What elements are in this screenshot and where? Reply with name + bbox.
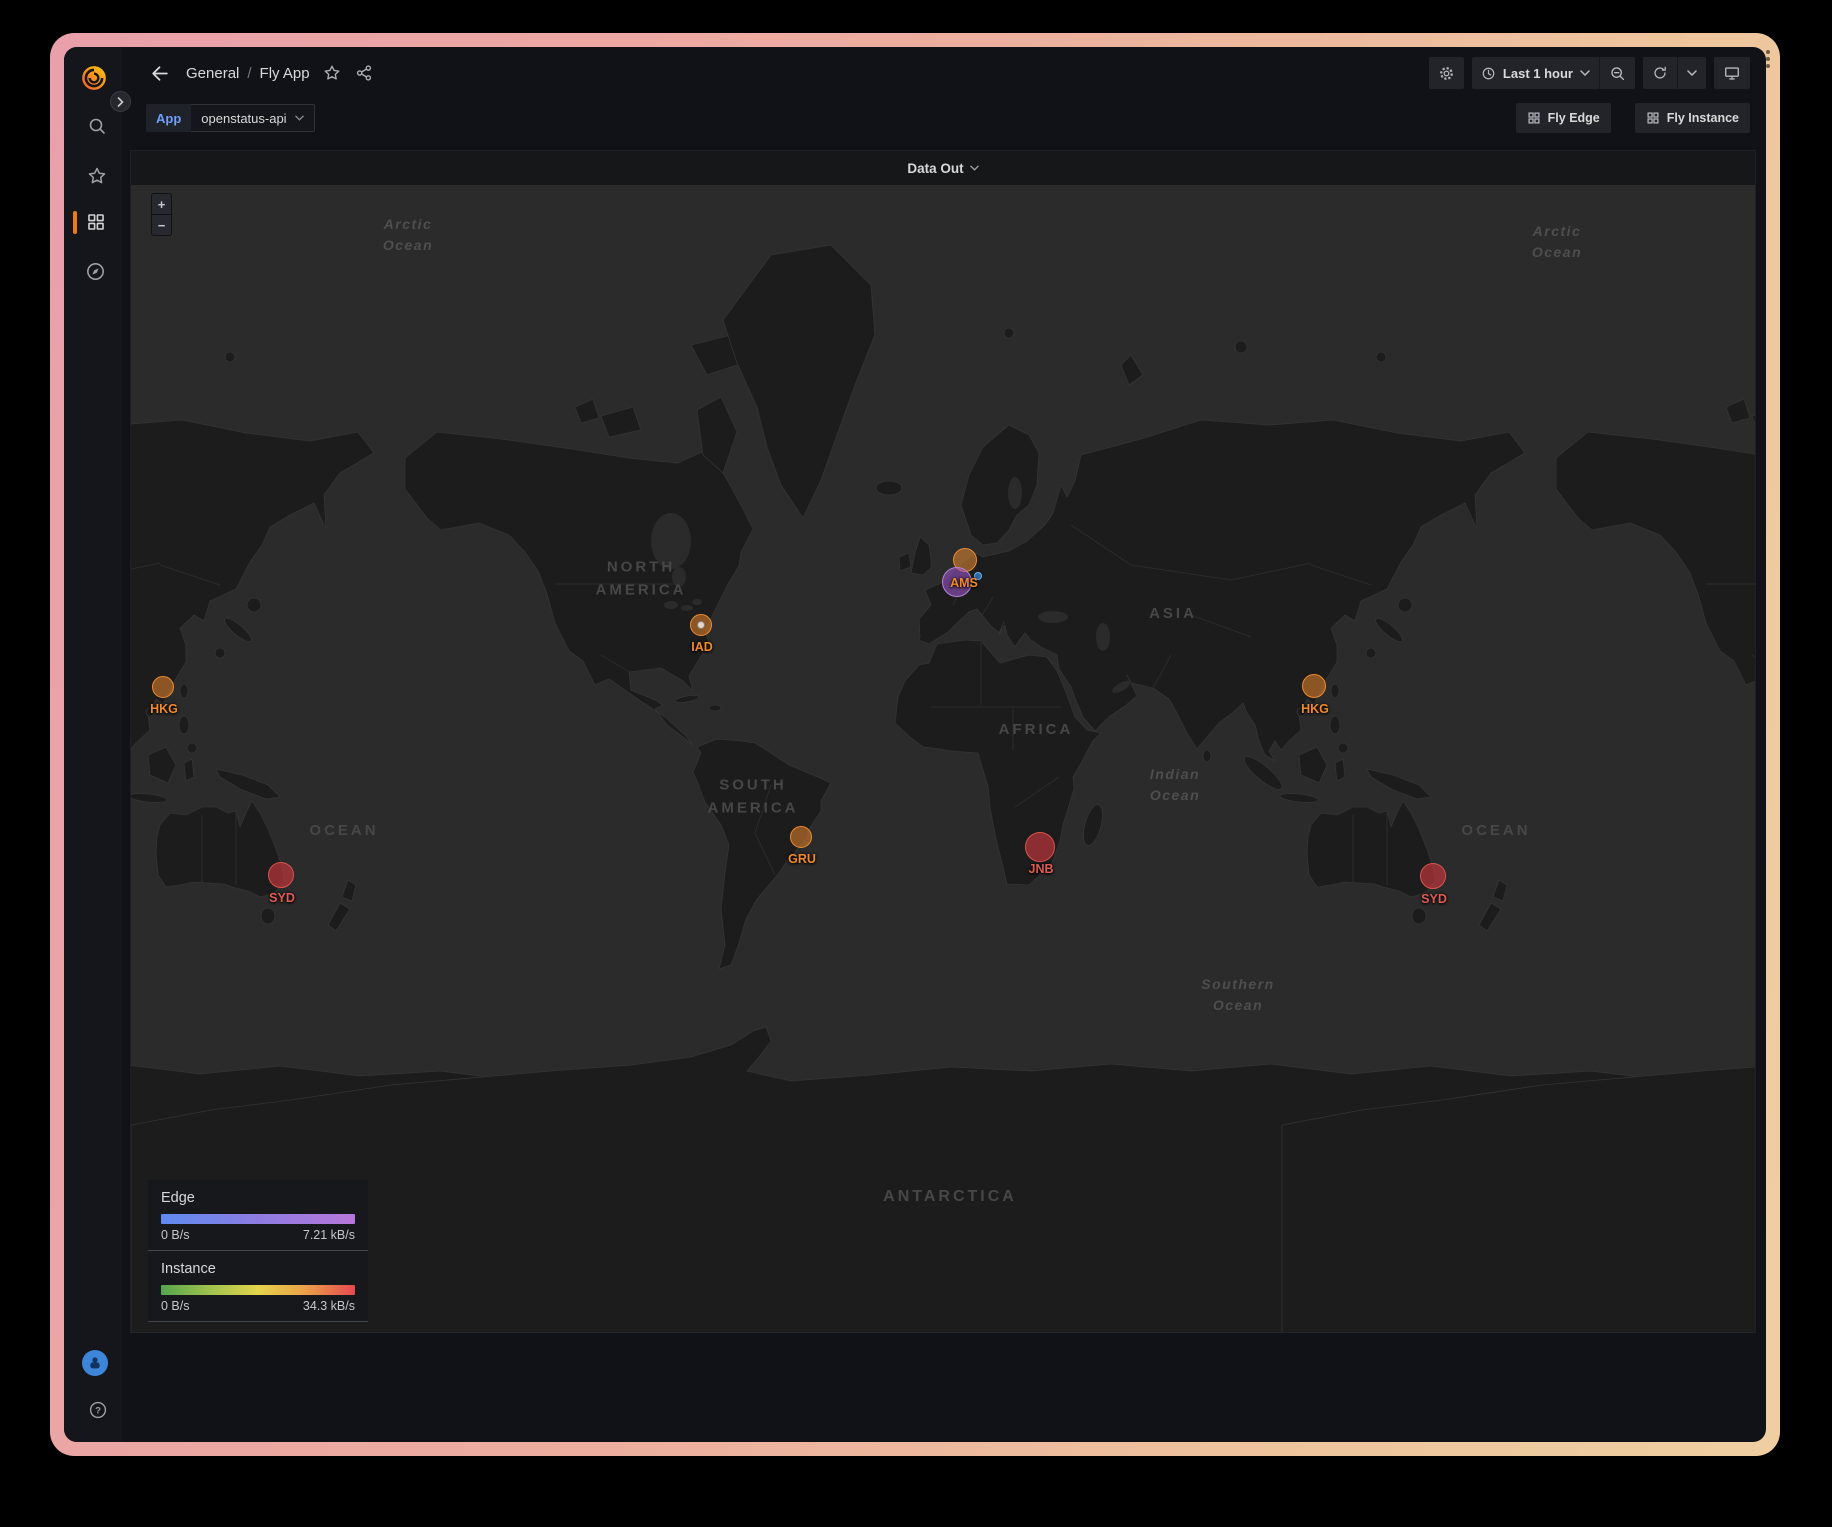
refresh-interval-dropdown[interactable] (1677, 57, 1706, 89)
breadcrumb-page-title[interactable]: Fly App (260, 65, 310, 82)
sub-toolbar: App openstatus-api Fly Edge (122, 99, 1766, 137)
frame-handle-dots (1766, 50, 1771, 68)
refresh-icon (1652, 65, 1668, 81)
map-marker-label: HKG (1301, 702, 1329, 716)
map-marker-label: HKG (150, 702, 178, 716)
caret-down-icon (295, 115, 304, 121)
map-marker-label: GRU (788, 852, 816, 866)
map-region-label: OCEAN (309, 820, 378, 843)
active-section-indicator (73, 211, 77, 234)
variable-label: App (146, 104, 191, 132)
map-marker-label: SYD (269, 891, 295, 905)
dashboard-settings-button[interactable] (1429, 57, 1464, 89)
tv-mode-button[interactable] (1714, 57, 1750, 89)
tv-mode-icon (1723, 64, 1741, 82)
breadcrumb-section[interactable]: General (186, 65, 239, 82)
map-marker-iad[interactable] (690, 614, 712, 636)
legend-title: Edge (161, 1190, 355, 1206)
fly-edge-link-button[interactable]: Fly Edge (1516, 103, 1611, 133)
library-panel-icon (1527, 111, 1541, 125)
legend-gradient-bar (161, 1285, 355, 1295)
map-marker-hkg[interactable] (152, 676, 174, 698)
time-range-picker[interactable]: Last 1 hour (1472, 57, 1599, 89)
refresh-group (1643, 57, 1706, 89)
panel-title: Data Out (907, 161, 963, 176)
map-region-label: OCEAN (1461, 820, 1530, 843)
legend-min: 0 B/s (161, 1299, 190, 1313)
legend-title: Instance (161, 1261, 355, 1277)
legend-max: 34.3 kB/s (303, 1299, 355, 1313)
map-marker-syd[interactable] (1420, 863, 1446, 889)
map-region-label: ASIA (1149, 603, 1197, 626)
world-map[interactable]: Arctic Ocean Arctic Ocean NORTH AMERICA ASI… (131, 185, 1755, 1333)
map-region-label: Arctic Ocean (1532, 221, 1582, 263)
legend-max: 7.21 kB/s (303, 1228, 355, 1242)
zoom-in-button[interactable]: + (152, 194, 171, 214)
share-icon[interactable] (354, 63, 374, 83)
map-marker-syd[interactable] (268, 862, 294, 888)
breadcrumb: General / Fly App (186, 65, 310, 82)
fly-instance-label: Fly Instance (1667, 111, 1739, 125)
legend-section-instance: Instance 0 B/s 34.3 kB/s (148, 1250, 368, 1321)
explore-icon[interactable] (83, 259, 107, 283)
legend-gradient-bar (161, 1214, 355, 1224)
zoom-out-button[interactable]: − (152, 215, 171, 235)
map-marker-jnb[interactable] (1025, 832, 1055, 862)
panel-header[interactable]: Data Out (131, 151, 1755, 185)
search-icon[interactable] (85, 114, 109, 138)
caret-down-icon (970, 165, 979, 171)
caret-down-icon (1687, 70, 1697, 76)
map-legend: Edge 0 B/s 7.21 kB/s Instance 0 B/s 34.3… (148, 1180, 368, 1322)
map-region-label: Southern Ocean (1201, 974, 1274, 1016)
dashboards-icon[interactable] (84, 210, 108, 234)
sidebar-expand-icon[interactable] (110, 91, 131, 112)
map-overlay: Arctic Ocean Arctic Ocean NORTH AMERICA ASI… (131, 185, 1755, 1333)
refresh-button[interactable] (1643, 57, 1677, 89)
map-marker-label: SYD (1421, 892, 1447, 906)
map-marker-hkg[interactable] (1302, 674, 1326, 698)
grafana-logo-icon[interactable] (80, 64, 108, 92)
map-zoom-control: + − (151, 193, 172, 236)
map-region-label: Indian Ocean (1150, 764, 1200, 806)
legend-min: 0 B/s (161, 1228, 190, 1242)
map-marker-label: IAD (691, 640, 713, 654)
map-marker-gru[interactable] (790, 826, 812, 848)
fly-edge-label: Fly Edge (1548, 111, 1600, 125)
sidebar: ? (64, 47, 122, 1442)
library-panel-icon (1646, 111, 1660, 125)
help-icon[interactable]: ? (86, 1398, 110, 1422)
app-variable-value: openstatus-api (201, 111, 286, 126)
clock-icon (1481, 66, 1496, 81)
time-range-group: Last 1 hour (1472, 57, 1635, 89)
legend-section-edge: Edge 0 B/s 7.21 kB/s (148, 1180, 368, 1250)
settings-gear-icon (1438, 65, 1455, 82)
starred-icon[interactable] (85, 164, 109, 188)
breadcrumb-separator: / (247, 65, 251, 82)
top-nav-bar: General / Fly App (122, 47, 1766, 99)
map-marker[interactable] (974, 572, 982, 580)
app-variable-dropdown[interactable]: openstatus-api (191, 104, 314, 132)
svg-text:?: ? (95, 1405, 101, 1416)
map-region-label: Arctic Ocean (383, 214, 433, 256)
grafana-app: ? General / Fly App (64, 47, 1766, 1442)
map-region-label: SOUTH AMERICA (708, 775, 799, 820)
geomap-panel: Data Out (130, 150, 1756, 1333)
map-marker-ams[interactable] (942, 567, 972, 597)
caret-down-icon (1580, 70, 1590, 76)
star-icon[interactable] (322, 63, 342, 83)
fly-instance-link-button[interactable]: Fly Instance (1635, 103, 1750, 133)
zoom-out-icon (1609, 65, 1626, 82)
back-arrow-icon[interactable] (146, 60, 172, 86)
map-region-label: ANTARCTICA (883, 1185, 1017, 1209)
time-range-label: Last 1 hour (1503, 66, 1573, 81)
zoom-out-time-button[interactable] (1599, 57, 1635, 89)
profile-icon[interactable] (82, 1350, 108, 1376)
window-frame: ? General / Fly App (50, 33, 1780, 1456)
map-marker-label: JNB (1028, 862, 1053, 876)
map-region-label: AFRICA (999, 719, 1074, 742)
map-region-label: NORTH AMERICA (596, 557, 687, 602)
